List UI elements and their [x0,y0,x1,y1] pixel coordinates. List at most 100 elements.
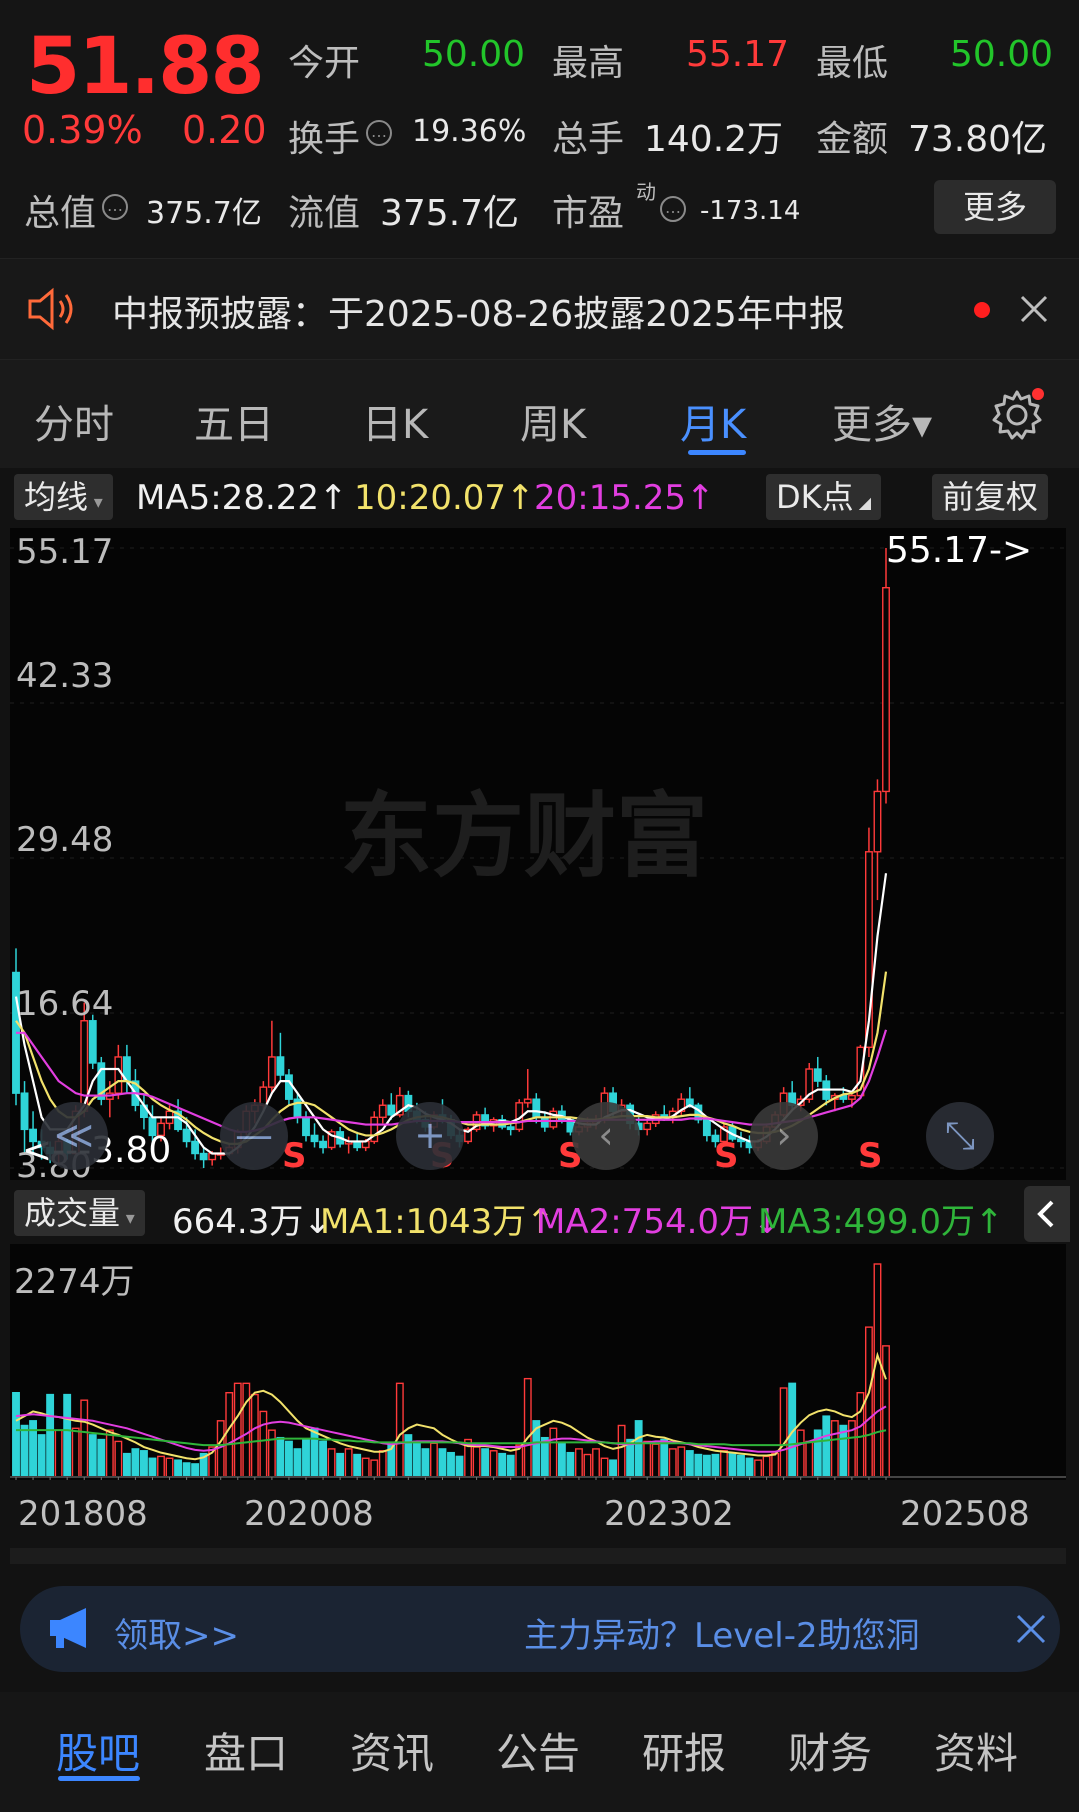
price-axis-29: 29.48 [16,820,114,860]
date-label: 201808 [18,1494,148,1534]
volume-bar [276,1436,285,1478]
volume-bar [165,1457,174,1478]
pe-value: -173.14 [700,196,801,226]
active-nav-indicator [58,1776,140,1781]
volume-bar [737,1454,745,1478]
volume-bar [549,1427,558,1478]
up-arrow: ↑ [686,478,715,518]
zoom-in-button[interactable]: + [396,1102,464,1170]
adjust-button[interactable]: 前复权 [932,474,1049,520]
nav-announcements[interactable]: 公告 [496,1720,580,1781]
ma20-text: 20:15.25 [534,478,687,518]
volume-bar [498,1452,507,1478]
volume-bar [105,1429,114,1478]
close-icon[interactable] [1018,293,1050,325]
candle-body [302,1116,310,1137]
ma-selector-label: 均线 [24,478,89,516]
price-axis-16: 16.64 [16,984,114,1024]
volume-value: 140.2万 [644,119,784,160]
nav-finance[interactable]: 财务 [788,1720,872,1781]
info-icon[interactable]: … [660,196,686,222]
volume-bar [583,1453,592,1478]
tab-intraday[interactable]: 分时 [34,392,114,450]
dk-label: DK点 [776,478,854,516]
promo-banner[interactable]: 领取>> 主力异动？Level-2助您洞 [20,1586,1060,1672]
volume-bar [114,1440,123,1478]
volume-bar [557,1442,566,1478]
candle-body [378,1104,387,1119]
candlestick-chart[interactable]: 东方财富 [10,528,1066,1180]
volume-bar [506,1454,515,1478]
volume-bar [191,1463,200,1478]
nav-order-book[interactable]: 盘口 [204,1720,288,1781]
candle-body [532,1098,541,1119]
up-arrow: ↑ [975,1202,1004,1242]
dk-point-button[interactable]: DK点 ◢ [766,474,882,520]
volume-bar [481,1448,490,1478]
volume-bar [182,1462,191,1478]
volume-selector-label: 成交量 [24,1194,121,1232]
tab-daily-k[interactable]: 日K [362,392,428,450]
pe-superscript: 动 [636,180,656,204]
volume-indicator-bar: 成交量 ▾ 664.3万↓ MA1:1043万↑ MA2:754.0万↓ MA3… [0,1186,1079,1242]
amount-value: 73.80亿 [908,119,1048,160]
volume-bar [728,1452,737,1478]
volume-bar [609,1459,617,1478]
volume-bar [447,1451,455,1478]
nav-news[interactable]: 资讯 [350,1720,434,1781]
nav-research[interactable]: 研报 [642,1720,726,1781]
tab-monthly-k[interactable]: 月K [680,392,746,450]
nav-profile[interactable]: 资料 [934,1720,1018,1781]
period-tabs: 分时 五日 日K 周K 月K 更多▾ [0,360,1079,468]
fullscreen-button[interactable]: ⤡ [926,1102,994,1170]
vol-ma1-text: MA1:1043万 [320,1202,527,1242]
section-divider [10,1548,1066,1564]
candle-body [319,1140,328,1149]
tab-more[interactable]: 更多▾ [832,392,932,450]
settings-gear-icon[interactable] [990,388,1044,442]
volume-bar [523,1377,532,1478]
float-value: 375.7亿 [380,193,520,234]
volume-selector[interactable]: 成交量 ▾ [14,1190,145,1236]
ma-selector[interactable]: 均线 ▾ [14,474,113,520]
more-button[interactable]: 更多 [934,180,1056,234]
quote-header: 51.88 0.39% 0.20 今开 50.00 最高 55.17 最低 50… [0,0,1079,258]
volume-bar [472,1446,481,1478]
next-button[interactable]: › [750,1102,818,1170]
candle-body [310,1134,319,1143]
chevron-left-icon [1037,1200,1054,1228]
volume-chart[interactable] [10,1244,1066,1480]
candle-body [285,1074,293,1100]
notice-bar[interactable]: 中报预披露：于2025-08-26披露2025年中报 [0,258,1079,360]
ma20-value: 20:15.25↑ [534,478,715,518]
volume-bar [361,1457,370,1478]
rewind-button[interactable]: ≪ [40,1102,108,1170]
ma10-text: 10:20.07 [354,478,507,518]
change-percent: 0.39% [22,108,143,152]
info-icon[interactable]: … [366,120,392,146]
vol-ma3: MA3:499.0万↑ [758,1194,1004,1243]
candle-body [882,587,890,793]
volume-bar [771,1452,780,1478]
info-icon[interactable]: … [102,194,128,220]
volume-bar [259,1410,268,1478]
date-label: 202302 [604,1494,734,1534]
ma-indicator-bar: 均线 ▾ MA5:28.22↑ 10:20.07↑ 20:15.25↑ DK点 … [0,468,1079,524]
volume-bar [796,1429,805,1478]
tab-five-day[interactable]: 五日 [194,392,274,450]
promo-left-text: 领取>> [114,1616,239,1656]
ma5-value: MA5:28.22↑ [136,478,348,518]
open-label: 今开 [288,43,361,84]
tab-weekly-k[interactable]: 周K [520,392,586,450]
volume-bar [822,1415,831,1478]
up-arrow: ↑ [319,478,348,518]
prev-button[interactable]: ‹ [572,1102,640,1170]
unread-dot [974,302,990,318]
close-icon[interactable] [1014,1612,1048,1646]
zoom-out-button[interactable]: — [220,1102,288,1170]
collapse-button[interactable] [1024,1186,1070,1242]
volume-bar [882,1345,890,1478]
candle-body [643,1122,652,1131]
nav-guba[interactable]: 股吧 [56,1720,140,1781]
volume-bar [46,1393,55,1478]
